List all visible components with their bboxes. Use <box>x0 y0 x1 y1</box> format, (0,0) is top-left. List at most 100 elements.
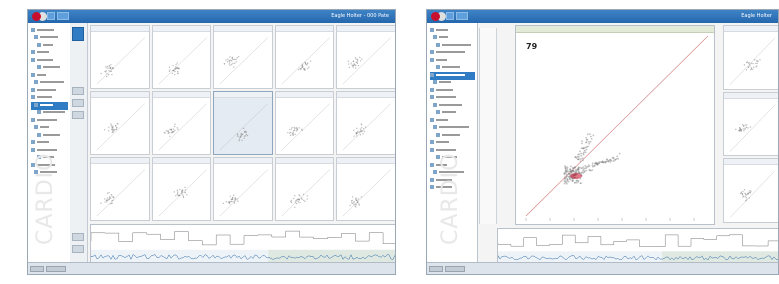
scatter-plot-thumbnail[interactable] <box>90 25 150 89</box>
tool-button[interactable] <box>72 245 84 253</box>
tree-item[interactable] <box>430 72 475 80</box>
scatter-plot-thumbnail[interactable] <box>274 25 335 89</box>
scatter-chart <box>343 169 392 217</box>
tree-item[interactable] <box>31 72 68 80</box>
scatter-plot-thumbnail[interactable] <box>336 91 395 155</box>
menu-tab[interactable] <box>57 12 69 20</box>
timeline-panel[interactable] <box>497 228 778 266</box>
tree-item[interactable] <box>430 27 475 35</box>
status-button[interactable] <box>46 266 66 272</box>
status-button[interactable] <box>445 266 465 272</box>
cardio-watermark: CARDIO <box>33 152 58 245</box>
scatter-plot-thumbnail[interactable] <box>274 157 335 221</box>
scatter-point <box>298 127 300 129</box>
tree-item-label <box>40 36 58 38</box>
scatter-plot-thumbnail[interactable] <box>723 25 778 90</box>
scatter-point <box>579 158 582 160</box>
vertical-ruler <box>479 28 497 224</box>
tree-item[interactable] <box>430 117 475 125</box>
scatter-point <box>165 130 167 132</box>
scatter-point <box>290 199 292 202</box>
tree-item[interactable] <box>430 102 475 110</box>
tree-item[interactable] <box>430 132 475 140</box>
tool-button[interactable] <box>72 99 84 107</box>
tree-item-label <box>439 36 448 38</box>
scatter-point <box>579 166 582 169</box>
tree-item[interactable] <box>31 117 68 125</box>
title-bar: Eagle Holter - 000 Pate <box>28 10 395 23</box>
tree-item[interactable] <box>430 87 475 95</box>
tree-item[interactable] <box>430 50 475 58</box>
tree-item[interactable] <box>31 50 68 58</box>
scatter-plot-thumbnail[interactable] <box>213 91 273 155</box>
tree-item[interactable] <box>31 80 68 88</box>
scatter-point <box>243 127 245 130</box>
scatter-plot-thumbnail[interactable] <box>336 157 395 221</box>
scatter-plot-thumbnail[interactable] <box>274 91 335 155</box>
tree-item[interactable] <box>31 125 68 133</box>
scatter-point <box>591 164 594 167</box>
tree-item[interactable] <box>430 35 475 43</box>
quick-access-button[interactable] <box>446 12 454 20</box>
tree-item[interactable] <box>31 102 68 110</box>
tree-item[interactable] <box>430 125 475 133</box>
scatter-point <box>291 126 293 129</box>
tool-button[interactable] <box>72 111 84 119</box>
scatter-chart <box>281 103 330 151</box>
tree-item-label <box>442 111 456 113</box>
tree-item[interactable] <box>430 65 475 73</box>
tree-item[interactable] <box>31 140 68 148</box>
tool-button[interactable] <box>72 87 84 95</box>
scatter-plot-thumbnail[interactable] <box>90 91 150 155</box>
scatter-plot-thumbnail[interactable] <box>213 25 273 89</box>
tree-item[interactable] <box>430 80 475 88</box>
scatter-plot-thumbnail[interactable] <box>336 25 395 89</box>
scatter-plot-thumbnail[interactable] <box>151 157 212 221</box>
tool-button[interactable] <box>72 233 84 241</box>
tree-item[interactable] <box>31 95 68 103</box>
scatter-point <box>589 133 591 135</box>
tree-item[interactable] <box>430 42 475 50</box>
tree-item[interactable] <box>430 110 475 118</box>
scatter-plot-thumbnail[interactable] <box>90 157 150 221</box>
window-title: Eagle Holter <box>741 13 772 19</box>
quick-access-button[interactable] <box>47 12 55 20</box>
tree-item[interactable] <box>31 87 68 95</box>
scatter-point <box>295 202 298 205</box>
tree-item[interactable] <box>430 140 475 148</box>
scatter-plot-thumbnail[interactable] <box>723 158 778 223</box>
scatter-point <box>738 126 741 128</box>
scatter-point <box>114 128 116 131</box>
tree-item[interactable] <box>31 132 68 140</box>
tree-item[interactable] <box>31 65 68 73</box>
scatter-point <box>748 197 750 200</box>
scatter-point <box>229 61 231 63</box>
scatter-point <box>302 68 305 70</box>
grid-view-tool[interactable] <box>72 27 84 41</box>
tree-item[interactable] <box>31 57 68 65</box>
tree-item[interactable] <box>430 57 475 65</box>
scatter-point <box>176 128 179 131</box>
tree-item[interactable] <box>31 42 68 50</box>
scatter-plot-thumbnail[interactable] <box>213 157 273 221</box>
scatter-point <box>740 191 743 194</box>
scatter-plot-thumbnail[interactable] <box>151 25 212 89</box>
status-button[interactable] <box>30 266 44 272</box>
scatter-point <box>566 178 569 181</box>
tree-item[interactable] <box>31 110 68 118</box>
scatter-point <box>240 134 243 136</box>
tree-item[interactable] <box>31 27 68 35</box>
tree-item[interactable] <box>31 35 68 43</box>
scatter-plot-thumbnail[interactable] <box>723 91 778 157</box>
scatter-point <box>184 192 186 194</box>
scatter-point <box>617 157 620 160</box>
tree-item-label <box>439 103 462 106</box>
enlarged-scatter-plot[interactable]: 79 <box>515 25 715 225</box>
menu-tab[interactable] <box>456 12 468 20</box>
timeline-panel[interactable] <box>90 224 395 266</box>
tree-item[interactable] <box>430 95 475 103</box>
scatter-point <box>356 135 358 137</box>
scatter-point <box>172 128 174 130</box>
status-button[interactable] <box>429 266 443 272</box>
scatter-plot-thumbnail[interactable] <box>151 91 212 155</box>
